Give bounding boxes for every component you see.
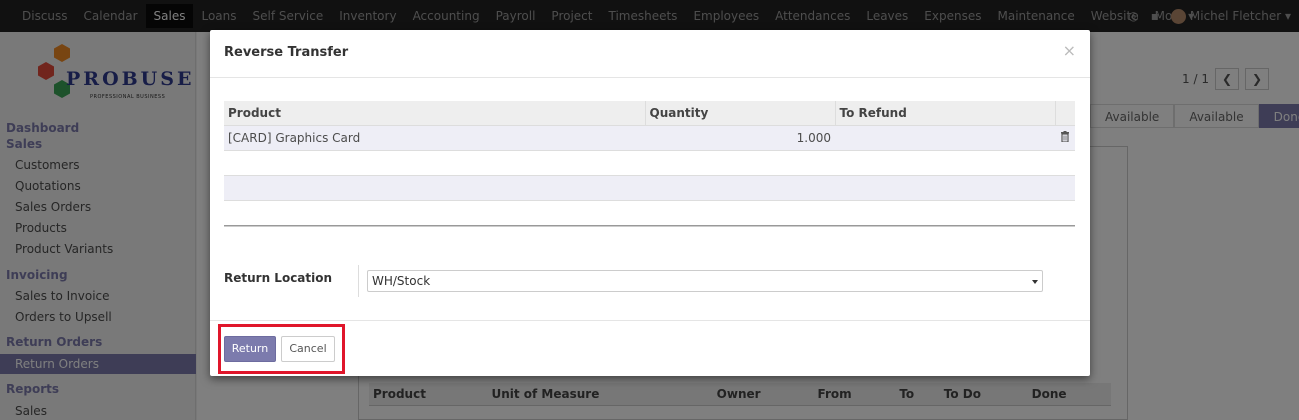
header-quantity[interactable]: Quantity [645, 101, 836, 125]
return-lines-table: Product Quantity To Refund [CARD] Graphi… [224, 101, 1075, 227]
cell-to-refund[interactable] [835, 124, 1055, 150]
header-actions [1055, 101, 1075, 125]
return-location-value: WH/Stock [372, 274, 431, 288]
modal-title: Reverse Transfer [224, 45, 349, 60]
field-separator [358, 265, 359, 297]
return-location-select[interactable]: WH/Stock [367, 270, 1043, 292]
modal-footer: Return Cancel [210, 320, 1090, 376]
header-product[interactable]: Product [224, 101, 646, 125]
header-to-refund[interactable]: To Refund [835, 101, 1056, 125]
close-icon[interactable]: × [1063, 41, 1076, 60]
chevron-down-icon [1032, 280, 1038, 284]
table-row-empty [224, 174, 1075, 200]
table-footer [224, 224, 1075, 227]
trash-icon[interactable] [1055, 124, 1075, 150]
return-location-label: Return Location [224, 271, 333, 285]
table-row[interactable]: [CARD] Graphics Card 1.000 [224, 124, 1075, 150]
table-row-empty [224, 199, 1075, 225]
modal-header: Reverse Transfer × [210, 30, 1090, 78]
cell-product[interactable]: [CARD] Graphics Card [224, 124, 645, 150]
table-row-empty [224, 149, 1075, 175]
cancel-button[interactable]: Cancel [281, 336, 335, 362]
return-button[interactable]: Return [224, 336, 276, 362]
reverse-transfer-dialog: Reverse Transfer × Product Quantity To R… [210, 30, 1090, 376]
cell-quantity[interactable]: 1.000 [645, 124, 835, 150]
